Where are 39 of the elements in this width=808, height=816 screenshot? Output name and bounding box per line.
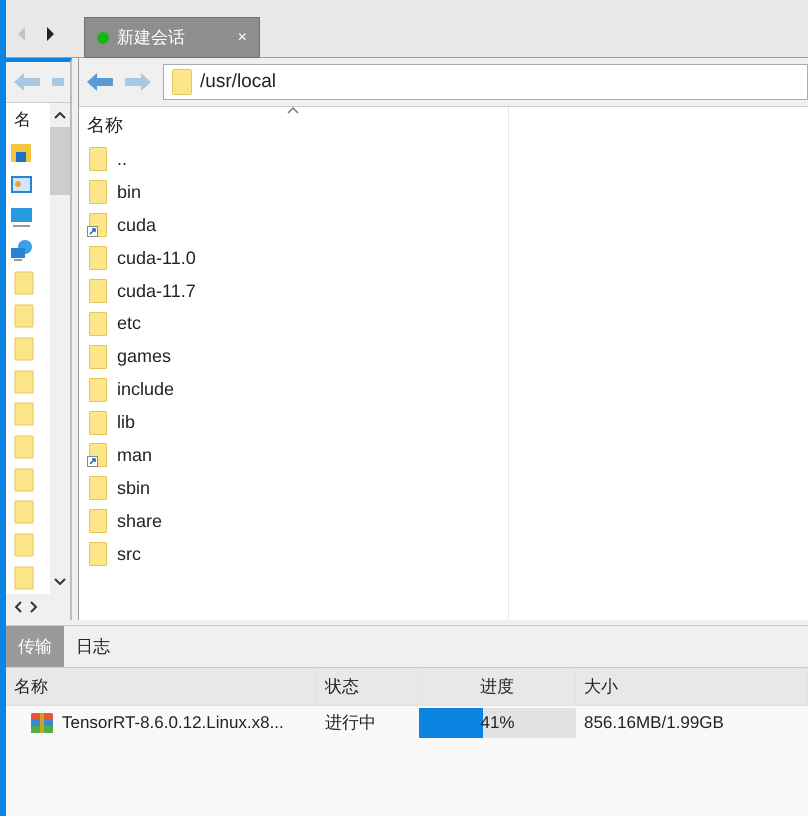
sort-caret-icon	[287, 107, 299, 114]
file-row[interactable]: games	[79, 340, 508, 374]
path-field[interactable]: /usr/local	[163, 64, 808, 100]
path-text: /usr/local	[200, 70, 276, 94]
file-row[interactable]: man	[79, 439, 508, 472]
scroll-right-icon[interactable]	[30, 601, 38, 613]
scroll-thumb[interactable]	[50, 127, 70, 195]
file-name: TensorRT-8.6.0.12.Linux.x8...	[62, 712, 284, 734]
back-arrow-icon[interactable]	[14, 73, 40, 91]
size-text: 856.16MB/1.99GB	[584, 713, 724, 732]
file-row[interactable]: etc	[79, 307, 508, 340]
back-arrow-icon[interactable]	[87, 73, 113, 91]
scrollbar[interactable]	[50, 103, 70, 594]
column-header[interactable]: 名称	[14, 674, 48, 700]
file-row[interactable]: cuda-11.0	[79, 242, 508, 275]
file-row[interactable]: src	[79, 538, 508, 571]
scroll-left-icon[interactable]	[14, 601, 22, 613]
panel-tab[interactable]: 日志	[64, 626, 122, 667]
network-icon[interactable]	[10, 238, 34, 263]
column-header[interactable]: 大小	[584, 674, 618, 700]
scroll-up-icon[interactable]	[54, 111, 66, 119]
file-row[interactable]: include	[79, 373, 508, 406]
file-row[interactable]: cuda	[79, 208, 508, 242]
scroll-down-icon[interactable]	[54, 578, 66, 586]
tab-label: 新建会话	[117, 26, 186, 49]
column-header[interactable]: 进度	[480, 674, 514, 700]
file-row[interactable]: sbin	[79, 472, 508, 505]
column-header[interactable]: 名称	[87, 112, 123, 138]
back-arrow-icon[interactable]	[18, 27, 26, 41]
file-row[interactable]: ..	[79, 143, 508, 176]
column-header[interactable]: 名	[14, 106, 31, 132]
file-row[interactable]: share	[79, 504, 508, 538]
file-row[interactable]: lib	[79, 406, 508, 440]
column-header[interactable]: 状态	[325, 674, 359, 700]
status-text: 进行中	[325, 713, 376, 732]
archive-icon	[30, 712, 54, 734]
folder-icon	[172, 69, 192, 95]
file-row[interactable]: bin	[79, 176, 508, 209]
file-row[interactable]: cuda-11.7	[79, 274, 508, 308]
